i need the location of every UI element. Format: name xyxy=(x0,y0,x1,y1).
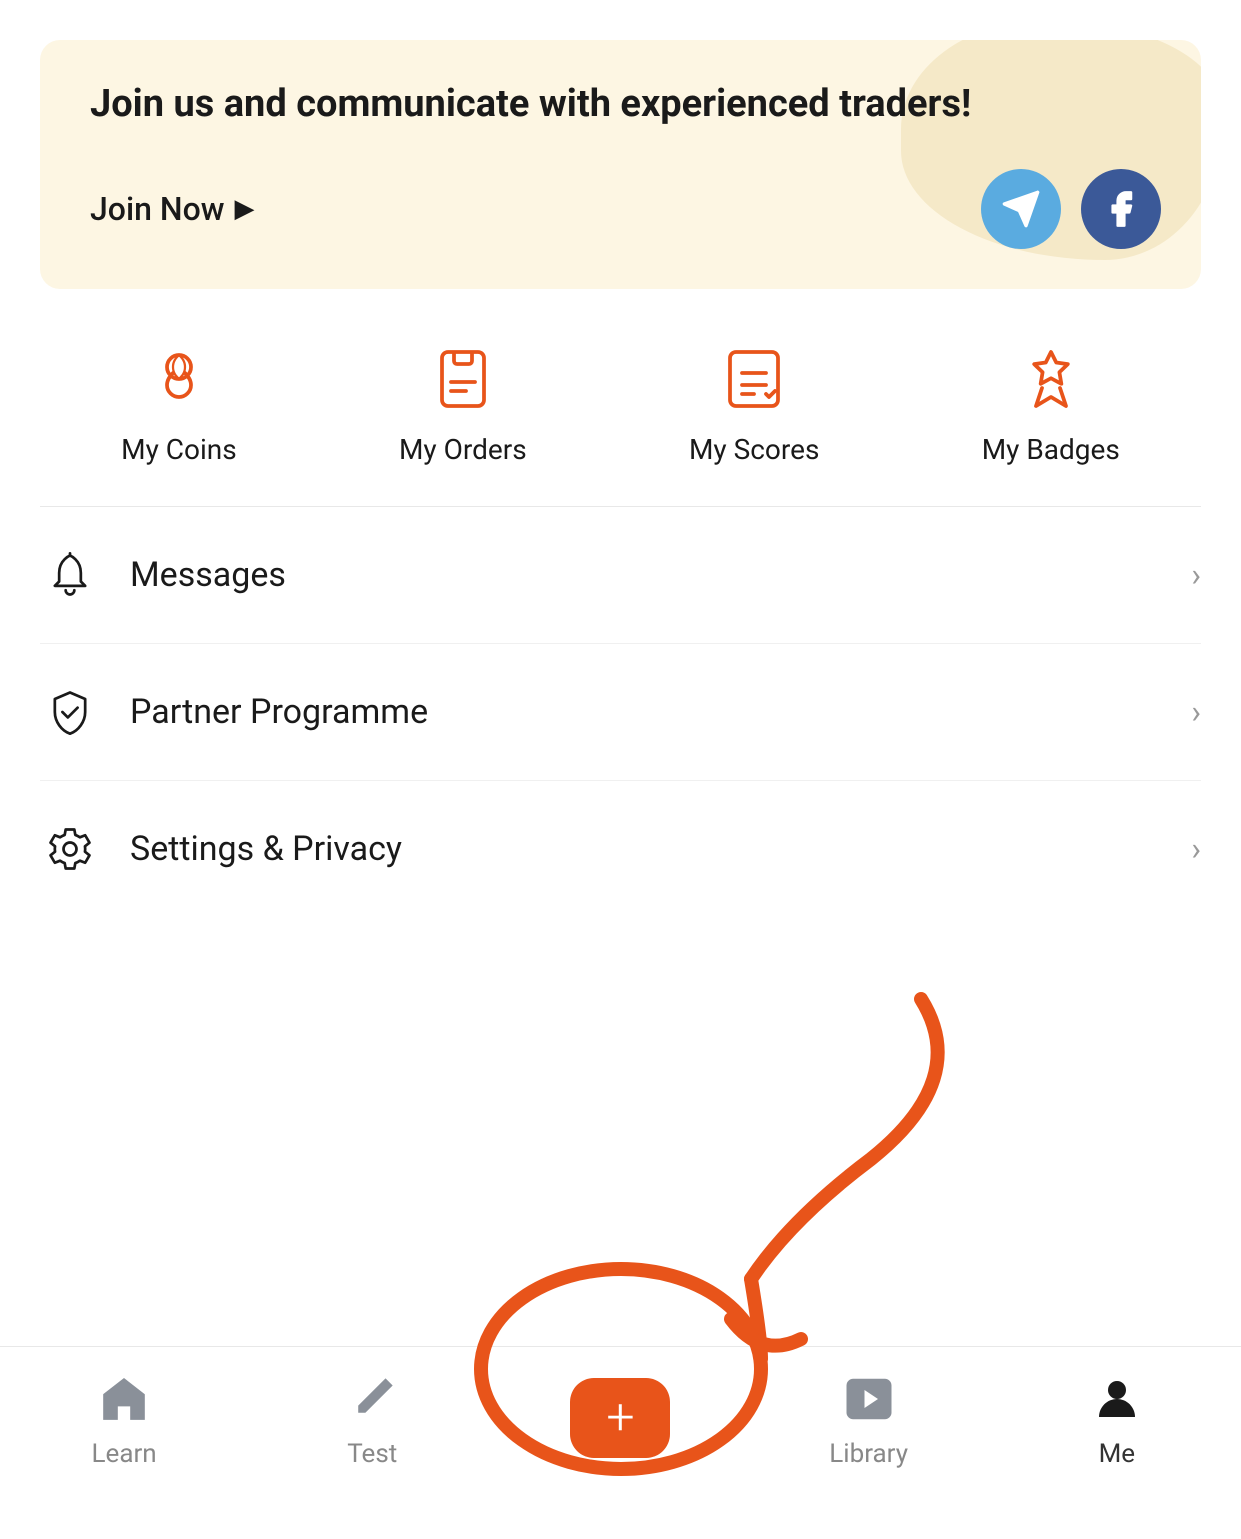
telegram-icon xyxy=(1001,189,1041,229)
quick-action-coins[interactable]: My Coins xyxy=(121,339,237,466)
orders-icon xyxy=(423,339,503,419)
banner-title: Join us and communicate with experienced… xyxy=(90,80,1161,129)
menu-item-messages[interactable]: Messages › xyxy=(40,507,1201,644)
library-nav-label: Library xyxy=(829,1439,908,1469)
menu-item-partner[interactable]: Partner Programme › xyxy=(40,644,1201,781)
settings-chevron-icon: › xyxy=(1191,830,1201,868)
join-now-button[interactable]: Join Now ▶ xyxy=(90,190,254,228)
pencil-icon xyxy=(340,1367,404,1431)
quick-action-badges[interactable]: My Badges xyxy=(982,339,1120,466)
telegram-button[interactable] xyxy=(981,169,1061,249)
promo-banner: Join us and communicate with experienced… xyxy=(40,40,1201,289)
nav-library[interactable]: Library xyxy=(789,1367,949,1469)
scores-label: My Scores xyxy=(689,433,819,466)
messages-label: Messages xyxy=(130,555,1191,595)
bell-icon xyxy=(40,545,100,605)
nav-add[interactable]: + xyxy=(540,1378,700,1458)
facebook-icon xyxy=(1101,189,1141,229)
play-icon xyxy=(837,1367,901,1431)
banner-bottom: Join Now ▶ xyxy=(90,169,1161,249)
me-nav-label: Me xyxy=(1099,1439,1136,1469)
home-icon xyxy=(92,1367,156,1431)
add-button[interactable]: + xyxy=(570,1378,670,1458)
menu-item-settings[interactable]: Settings & Privacy › xyxy=(40,781,1201,917)
plus-icon: + xyxy=(606,1393,634,1443)
quick-action-orders[interactable]: My Orders xyxy=(399,339,527,466)
shield-check-icon xyxy=(40,682,100,742)
quick-action-scores[interactable]: My Scores xyxy=(689,339,819,466)
scores-icon xyxy=(714,339,794,419)
facebook-button[interactable] xyxy=(1081,169,1161,249)
badges-icon xyxy=(1011,339,1091,419)
learn-nav-label: Learn xyxy=(92,1439,157,1469)
menu-list: Messages › Partner Programme › Settings … xyxy=(0,507,1241,917)
partner-label: Partner Programme xyxy=(130,692,1191,732)
join-now-arrow-icon: ▶ xyxy=(234,194,254,224)
messages-chevron-icon: › xyxy=(1191,556,1201,594)
settings-label: Settings & Privacy xyxy=(130,829,1191,869)
bottom-nav: Learn Test + Library Me xyxy=(0,1346,1241,1499)
settings-icon xyxy=(40,819,100,879)
social-icons-group xyxy=(981,169,1161,249)
badges-label: My Badges xyxy=(982,433,1120,466)
test-nav-label: Test xyxy=(347,1439,397,1469)
nav-test[interactable]: Test xyxy=(292,1367,452,1469)
partner-chevron-icon: › xyxy=(1191,693,1201,731)
nav-me[interactable]: Me xyxy=(1037,1367,1197,1469)
orders-label: My Orders xyxy=(399,433,527,466)
quick-actions-grid: My Coins My Orders My Scores xyxy=(0,289,1241,506)
person-icon xyxy=(1085,1367,1149,1431)
coins-icon xyxy=(139,339,219,419)
coins-label: My Coins xyxy=(121,433,237,466)
nav-learn[interactable]: Learn xyxy=(44,1367,204,1469)
